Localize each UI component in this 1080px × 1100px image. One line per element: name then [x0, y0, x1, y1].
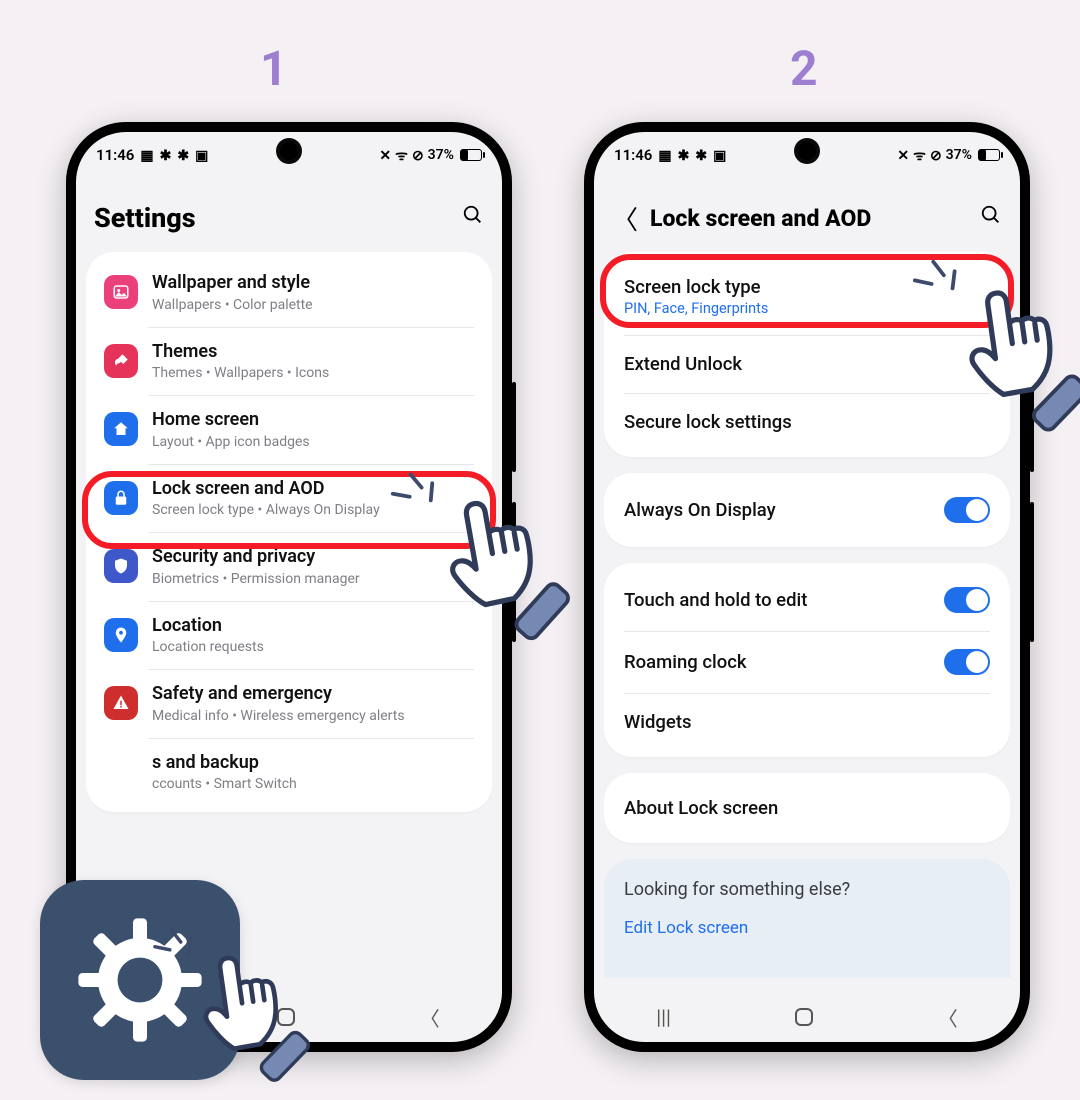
image-icon: ▣ — [195, 147, 208, 164]
wifi-icon: ᯤ — [395, 146, 408, 165]
settings-row-title: Secure lock settings — [624, 411, 792, 433]
nav-back[interactable]: 〈 — [420, 1003, 440, 1032]
key-icon: ✱ — [695, 147, 707, 164]
footer-card: Looking for something else? Edit Lock sc… — [604, 859, 1010, 978]
settings-row-sub: Medical info • Wireless emergency alerts — [152, 708, 474, 724]
settings-row-sub: Location requests — [152, 639, 474, 655]
gear-icon — [70, 910, 210, 1050]
settings-app-icon[interactable] — [40, 880, 240, 1080]
settings-row-title: Screen lock type — [624, 276, 768, 298]
settings-row[interactable]: Roaming clock — [604, 631, 1010, 693]
settings-row[interactable]: Lock screen and AOD Screen lock type • A… — [86, 464, 492, 533]
mute-icon: ✕ — [379, 147, 391, 164]
settings-row[interactable]: Screen lock type PIN, Face, Fingerprints — [604, 258, 1010, 335]
settings-row-title: Widgets — [624, 711, 692, 733]
settings-row-title: s and backup — [152, 752, 474, 775]
mute-icon: ✕ — [897, 147, 909, 164]
status-bar: 11:46 ▦ ✱ ✱ ▣ ✕ ᯤ ⊘ 37% — [594, 132, 1020, 178]
settings-row-sub: ccounts • Smart Switch — [152, 776, 474, 792]
battery-text: 37% — [946, 147, 972, 163]
nav-home[interactable] — [795, 1008, 813, 1026]
settings-row[interactable]: Always On Display — [604, 479, 1010, 541]
settings-row-title: Always On Display — [624, 499, 776, 521]
nav-back[interactable]: 〈 — [938, 1003, 958, 1032]
brush-icon — [104, 344, 138, 378]
status-bar: 11:46 ▦ ✱ ✱ ▣ ✕ ᯤ ⊘ 37% — [76, 132, 502, 178]
footer-question: Looking for something else? — [624, 879, 990, 900]
settings-row[interactable]: Themes Themes • Wallpapers • Icons — [86, 327, 492, 396]
phone-mockup: 11:46 ▦ ✱ ✱ ▣ ✕ ᯤ ⊘ 37% 〈 Lock screen an… — [584, 122, 1030, 1052]
step-number: 1 — [260, 40, 288, 97]
toggle-switch[interactable] — [944, 587, 990, 613]
battery-text: 37% — [428, 147, 454, 163]
status-clock: 11:46 — [614, 146, 652, 164]
toggle-switch[interactable] — [944, 497, 990, 523]
settings-row-title: About Lock screen — [624, 797, 778, 819]
page-header: Settings — [76, 188, 502, 248]
shield-icon — [104, 549, 138, 583]
calendar-icon: ▦ — [140, 147, 153, 164]
settings-row-sub: Layout • App icon badges — [152, 434, 474, 450]
nav-recents[interactable]: ||| — [656, 1005, 671, 1029]
settings-row[interactable]: Home screen Layout • App icon badges — [86, 395, 492, 464]
image-icon — [104, 275, 138, 309]
settings-row-sub: Themes • Wallpapers • Icons — [152, 365, 474, 381]
calendar-icon: ▦ — [658, 147, 671, 164]
key-icon: ✱ — [678, 147, 690, 164]
search-icon[interactable] — [462, 204, 484, 232]
settings-row-title: Lock screen and AOD — [152, 478, 474, 501]
key-icon: ✱ — [160, 147, 172, 164]
back-icon[interactable]: 〈 — [612, 200, 640, 237]
settings-row[interactable]: Secure lock settings — [604, 393, 1010, 451]
settings-row[interactable]: Touch and hold to edit — [604, 569, 1010, 631]
page-title: Lock screen and AOD — [650, 205, 980, 232]
wifi-icon: ᯤ — [913, 146, 926, 165]
settings-row-title: Wallpaper and style — [152, 272, 474, 295]
settings-row-title: Location — [152, 615, 474, 638]
page-header: 〈 Lock screen and AOD — [594, 188, 1020, 248]
settings-row-sub: Biometrics • Permission manager — [152, 571, 474, 587]
toggle-switch[interactable] — [944, 649, 990, 675]
settings-row-title: Safety and emergency — [152, 683, 474, 706]
home-icon — [104, 412, 138, 446]
settings-row-sub: PIN, Face, Fingerprints — [624, 300, 768, 317]
settings-row-sub: Screen lock type • Always On Display — [152, 502, 474, 518]
lock-icon — [104, 481, 138, 515]
settings-row-title: Extend Unlock — [624, 353, 742, 375]
settings-row-title: Security and privacy — [152, 546, 474, 569]
nav-home[interactable] — [277, 1008, 295, 1026]
no-data-icon: ⊘ — [412, 147, 424, 164]
no-data-icon: ⊘ — [930, 147, 942, 164]
battery-icon — [978, 149, 1000, 161]
step-number: 2 — [790, 40, 818, 97]
settings-row-title: Roaming clock — [624, 651, 747, 673]
battery-icon — [460, 149, 482, 161]
image-icon: ▣ — [713, 147, 726, 164]
page-title: Settings — [94, 202, 462, 234]
pin-icon — [104, 618, 138, 652]
footer-link[interactable]: Edit Lock screen — [624, 918, 990, 938]
status-clock: 11:46 — [96, 146, 134, 164]
settings-row-title: Touch and hold to edit — [624, 589, 807, 611]
settings-row[interactable]: Security and privacy Biometrics • Permis… — [86, 532, 492, 601]
settings-row[interactable]: Location Location requests — [86, 601, 492, 670]
search-icon[interactable] — [980, 204, 1002, 232]
settings-row[interactable]: Widgets — [604, 693, 1010, 751]
settings-row-title: Home screen — [152, 409, 474, 432]
key-icon: ✱ — [177, 147, 189, 164]
settings-row[interactable]: s and backup ccounts • Smart Switch — [86, 738, 492, 807]
settings-row[interactable]: Extend Unlock — [604, 335, 1010, 393]
alert-icon — [104, 686, 138, 720]
settings-row[interactable]: Wallpaper and style Wallpapers • Color p… — [86, 258, 492, 327]
nav-bar: ||| 〈 — [594, 992, 1020, 1042]
blank-icon — [104, 755, 138, 789]
settings-row[interactable]: Safety and emergency Medical info • Wire… — [86, 669, 492, 738]
settings-row[interactable]: About Lock screen — [604, 779, 1010, 837]
settings-row-sub: Wallpapers • Color palette — [152, 297, 474, 313]
settings-row-title: Themes — [152, 341, 474, 364]
